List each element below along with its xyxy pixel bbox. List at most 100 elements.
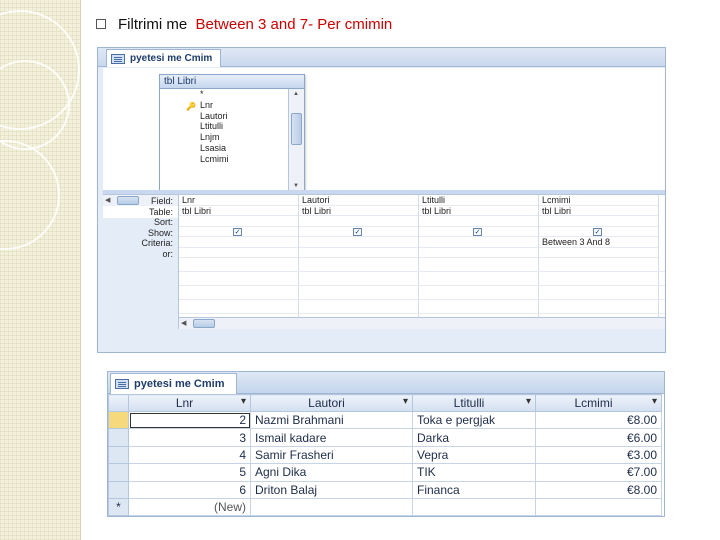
select-all-corner[interactable] [108,394,129,412]
qbe-field-cell[interactable]: Lcmimi [539,195,658,206]
field-list-item[interactable]: Lautori [160,111,288,122]
qbe-sort-cell[interactable] [539,216,658,227]
field-list-item[interactable]: 🔑 Lnr [160,100,288,111]
qbe-field-cell[interactable]: Lautori [299,195,418,206]
cell-lcmimi[interactable]: €8.00 [535,410,662,430]
cell-lcmimi[interactable]: €6.00 [535,428,662,447]
cell-lnr[interactable]: 5 [128,463,251,482]
show-checkbox[interactable]: ✓ [233,227,242,236]
table-row[interactable]: 3 Ismail kadare Darka €6.00 [108,428,662,447]
show-checkbox[interactable]: ✓ [353,227,362,236]
cell-lcmimi[interactable]: €8.00 [535,480,662,499]
column-header-lnr[interactable]: Lnr ▾ [128,394,251,412]
row-label-field: Field: [150,196,173,206]
qbe-blank-row [179,258,665,272]
column-header-lcmimi[interactable]: Lcmimi ▾ [535,394,662,412]
qbe-criteria-cell[interactable] [299,237,418,248]
decorative-divider [80,0,81,540]
qbe-field-cell[interactable]: Lnr [179,195,298,206]
row-label-or: or: [162,248,173,259]
field-list-item-label: Lnr [200,99,214,110]
new-record-cell[interactable] [412,497,536,516]
field-list-scrollbar[interactable]: ▲ ▼ [288,89,304,191]
pane-splitter[interactable] [103,190,665,194]
table-row[interactable]: 2 Nazmi Brahmani Toka e pergjak €8.00 [108,410,662,430]
field-list-box[interactable]: tbl Libri * 🔑 Lnr Lautori Ltitulli Lnjm … [159,74,305,192]
sort-dropdown-icon[interactable]: ▾ [241,396,246,407]
cell-lautori[interactable]: Samir Frasheri [250,445,413,465]
hscroll-thumb[interactable] [193,319,215,328]
field-list-item[interactable]: Lsasia [160,143,288,154]
new-record-cell[interactable]: (New) [128,497,251,516]
scroll-up-icon[interactable]: ▲ [293,91,299,97]
table-row[interactable]: 4 Samir Frasheri Vepra €3.00 [108,445,662,465]
row-label-show: Show: [147,227,173,238]
qbe-or-cell[interactable] [539,248,658,258]
cell-lnr[interactable]: 4 [128,445,251,465]
query-datasheet-window: pyetesi me Cmim Lnr ▾ Lautori ▾ Ltitulli ▾ … [107,371,665,517]
qbe-criteria-cell[interactable]: Between 3 And 8 [539,237,658,248]
cell-lcmimi[interactable]: €7.00 [535,463,662,482]
qbe-show-cell: ✓ [179,227,298,237]
datasheet-table: Lnr ▾ Lautori ▾ Ltitulli ▾ Lcmimi ▾ 2 Nazmi … [108,394,662,516]
cell-ltitulli[interactable]: Financa [412,480,536,499]
cell-lnr[interactable]: 6 [128,480,251,499]
qbe-sort-cell[interactable] [299,216,418,227]
show-checkbox[interactable]: ✓ [593,227,602,236]
design-tab-bar: pyetesi me Cmim [98,48,665,67]
cell-ltitulli[interactable]: TIK [412,463,536,482]
qbe-or-cell[interactable] [179,248,298,258]
cell-ltitulli[interactable]: Toka e pergjak [412,410,536,430]
qbe-table-cell[interactable]: tbl Libri [299,206,418,216]
new-record-marker[interactable]: * [108,497,129,516]
qbe-sort-cell[interactable] [419,216,538,227]
column-header-ltitulli[interactable]: Ltitulli ▾ [412,394,536,412]
qbe-table-cell[interactable]: tbl Libri [419,206,538,216]
field-list-item[interactable]: Ltitulli [160,121,288,132]
field-list-item[interactable]: * [160,89,288,100]
qbe-field-cell[interactable]: Ltitulli [419,195,538,206]
qbe-table-cell[interactable]: tbl Libri [539,206,658,216]
scroll-thumb[interactable] [291,113,302,145]
cell-lcmimi[interactable]: €3.00 [535,445,662,465]
qbe-criteria-cell[interactable] [419,237,538,248]
cell-lautori[interactable]: Nazmi Brahmani [250,410,413,430]
qbe-or-cell[interactable] [419,248,538,258]
cell-lautori[interactable]: Driton Balaj [250,480,413,499]
field-list-item[interactable]: Lcmimi [160,154,288,165]
row-selector[interactable] [108,428,129,447]
table-row[interactable]: 6 Driton Balaj Financa €8.00 [108,480,662,499]
cell-lnr[interactable]: 2 [128,410,251,430]
row-selector[interactable] [108,480,129,499]
row-selector[interactable] [108,410,129,430]
qbe-grid: Lnr tbl Libri ✓ Lautori tbl Libri ✓ Ltit… [178,195,665,329]
column-header-label: Lnr [175,396,194,410]
qbe-or-cell[interactable] [299,248,418,258]
new-record-cell[interactable] [535,497,662,516]
table-row[interactable]: 5 Agni Dika TIK €7.00 [108,463,662,482]
qbe-hscrollbar[interactable]: ◀ [179,317,665,329]
design-tab[interactable]: pyetesi me Cmim [106,49,222,67]
column-header-lautori[interactable]: Lautori ▾ [250,394,413,412]
sort-dropdown-icon[interactable]: ▾ [652,396,657,407]
cell-lnr[interactable]: 3 [128,428,251,447]
field-list-item[interactable]: Lnjm [160,132,288,143]
query-icon [115,379,129,389]
datasheet-tab[interactable]: pyetesi me Cmim [110,373,238,394]
cell-ltitulli[interactable]: Darka [412,428,536,447]
qbe-criteria-cell[interactable] [179,237,298,248]
cell-ltitulli[interactable]: Vepra [412,445,536,465]
scroll-down-icon[interactable]: ▼ [293,183,299,189]
new-record-cell[interactable] [250,497,413,516]
qbe-sort-cell[interactable] [179,216,298,227]
cell-lautori[interactable]: Agni Dika [250,463,413,482]
qbe-table-cell[interactable]: tbl Libri [179,206,298,216]
row-selector[interactable] [108,445,129,465]
cell-lautori[interactable]: Ismail kadare [250,428,413,447]
sort-dropdown-icon[interactable]: ▾ [526,396,531,407]
row-selector[interactable] [108,463,129,482]
show-checkbox[interactable]: ✓ [473,227,482,236]
sort-dropdown-icon[interactable]: ▾ [403,396,408,407]
scroll-left-icon[interactable]: ◀ [181,319,186,327]
new-record-row[interactable]: * (New) [108,497,662,516]
